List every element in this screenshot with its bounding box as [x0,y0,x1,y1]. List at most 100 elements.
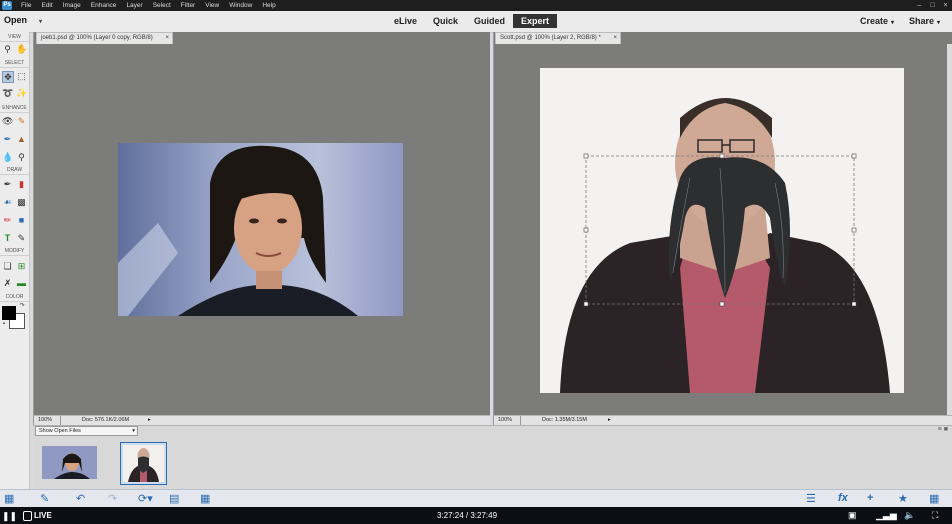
mode-bar: Open ▾ eLive Quick Guided Expert Create ▾ … [0,11,952,33]
paint-bucket-tool-icon[interactable]: ☙ [2,197,13,208]
spot-healing-tool-icon[interactable]: ✎ [16,116,27,127]
default-colors-icon[interactable]: ▪ [0,320,8,328]
move-tool-icon[interactable]: ✥ [2,71,14,83]
open-button[interactable]: Open ▾ [4,15,42,25]
minimize-icon[interactable]: – [913,0,926,11]
lasso-tool-icon[interactable]: ➰ [2,88,13,99]
canvas-area[interactable] [34,44,490,416]
photo-joeb1 [118,143,403,316]
photo-bin-icon[interactable]: ▦ [4,492,14,505]
document-window-joeb1: joeb1.psd @ 100% (Layer 0 copy, RGB/8) × [33,32,490,425]
status-bar: 100% Doc: 1.35M/3.15M ▸ [494,415,952,425]
effects-icon[interactable]: fx [838,492,848,504]
favorites-icon[interactable]: ★ [898,492,908,505]
bin-close-icon[interactable]: ■ [944,426,948,433]
vertical-scrollbar[interactable] [947,44,952,416]
red-eye-tool-icon[interactable]: 👁 [2,116,13,127]
add-icon[interactable]: + [867,492,873,504]
create-button[interactable]: Create ▾ [860,16,894,26]
doc-size: Doc: 1.35M/3.15M [542,417,587,423]
chevron-down-icon: ▾ [891,20,895,26]
captions-icon[interactable]: ▣ [848,510,857,521]
close-tab-icon[interactable]: × [165,33,169,44]
chevron-down-icon: ▾ [39,19,43,25]
status-menu-icon[interactable]: ▸ [148,416,151,425]
menu-view[interactable]: View [205,2,219,9]
chevron-down-icon: ▾ [132,428,135,434]
status-menu-icon[interactable]: ▸ [608,416,611,425]
blur-tool-icon[interactable]: 💧 [2,152,13,163]
more-icon[interactable]: ▦ [929,492,939,505]
organizer-icon[interactable]: ▦ [200,492,210,505]
zoom-level[interactable]: 100% [38,416,61,425]
menu-help[interactable]: Help [262,2,275,9]
content-aware-move-tool-icon[interactable]: ▬ [16,278,27,289]
menu-select[interactable]: Select [153,2,171,9]
mode-tabs: eLive Quick Guided Expert [386,14,558,28]
show-open-files-select[interactable]: Show Open Files ▾ [35,426,138,436]
brush-tool-icon[interactable]: ✒ [2,179,13,190]
eraser-tool-icon[interactable]: ▮ [16,179,27,190]
document-tab-joeb1[interactable]: joeb1.psd @ 100% (Layer 0 copy, RGB/8) × [36,32,173,44]
close-tab-icon[interactable]: × [613,33,617,44]
tab-quick[interactable]: Quick [425,14,466,28]
menu-window[interactable]: Window [229,2,252,9]
zoom-tool-icon[interactable]: ⚲ [2,44,13,55]
clone-stamp-tool-icon[interactable]: ▲ [16,134,27,145]
crop-tool-icon[interactable]: ❏ [2,261,13,272]
swap-colors-icon[interactable]: ↷ [18,302,26,310]
smart-brush-tool-icon[interactable]: ✒ [2,134,13,145]
maximize-icon[interactable]: □ [926,0,939,11]
menu-edit[interactable]: Edit [41,2,52,9]
tab-expert[interactable]: Expert [513,14,558,28]
fullscreen-icon[interactable]: ⛶ [932,510,938,521]
magic-wand-tool-icon[interactable]: ✨ [16,88,27,99]
section-draw: DRAW [0,167,29,175]
tab-elive[interactable]: eLive [386,14,425,28]
bin-menu-icon[interactable]: ≡ [938,426,942,433]
redo-icon[interactable]: ↷ [108,492,117,505]
canvas-area[interactable] [494,44,952,416]
tool-options-icon[interactable]: ✎ [40,492,49,505]
gradient-tool-icon[interactable]: ▩ [16,197,27,208]
tab-guided[interactable]: Guided [466,14,513,28]
volume-icon[interactable]: 🔈 [904,510,915,521]
color-picker-tool-icon[interactable]: ✏ [2,215,13,226]
rotate-icon[interactable]: ⟳▾ [138,492,153,505]
menu-enhance[interactable]: Enhance [91,2,117,9]
layers-icon[interactable]: ☰ [806,492,816,505]
pencil-tool-icon[interactable]: ✎ [16,233,27,244]
photo-scott [540,68,904,393]
foreground-color-swatch[interactable] [2,306,16,320]
share-button[interactable]: Share ▾ [909,16,940,26]
undo-icon[interactable]: ↶ [76,492,85,505]
share-label: Share [909,16,935,26]
thumbnail-scott-selected[interactable] [120,442,167,485]
type-tool-icon[interactable]: T [2,233,13,244]
menu-layer[interactable]: Layer [126,2,142,9]
signal-icon: ▁▃▅ [876,510,897,520]
straighten-tool-icon[interactable]: ✗ [2,278,13,289]
hand-tool-icon[interactable]: ✋ [16,44,27,55]
thumbnail-joeb1[interactable] [42,446,97,479]
chevron-down-icon: ▾ [937,20,941,26]
sponge-tool-icon[interactable]: ⚲ [16,152,27,163]
playback-time: 3:27:24 / 3:27:49 [437,511,498,520]
section-enhance: ENHANCE [0,105,29,113]
section-view: VIEW [0,34,29,42]
document-tab-scott[interactable]: Scott.psd @ 100% (Layer 2, RGB/8) * × [495,32,621,44]
menu-filter[interactable]: Filter [181,2,195,9]
marquee-tool-icon[interactable]: ⬚ [16,71,27,82]
recompose-tool-icon[interactable]: ⊞ [16,261,27,272]
video-player-bar: ❚❚ LIVE 3:27:24 / 3:27:49 ▣ ▁▃▅ 🔈 ⛶ [0,507,952,524]
document-tab-title: joeb1.psd @ 100% (Layer 0 copy, RGB/8) [41,35,153,41]
zoom-level[interactable]: 100% [498,416,521,425]
pause-icon[interactable]: ❚❚ [2,511,17,522]
section-color: COLOR [0,294,29,302]
close-icon[interactable]: × [939,0,952,11]
shape-tool-icon[interactable]: ■ [16,215,27,226]
layout-icon[interactable]: ▤ [169,492,179,505]
live-label: LIVE [34,511,52,520]
menu-file[interactable]: File [21,2,31,9]
menu-image[interactable]: Image [63,2,81,9]
